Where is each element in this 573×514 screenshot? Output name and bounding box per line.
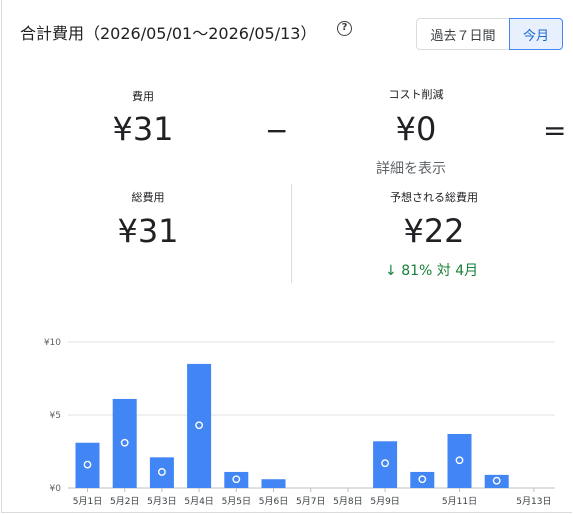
this-month-button[interactable]: 今月 [509, 18, 563, 50]
cost-value: ¥31 [112, 110, 174, 148]
card-title: 合計費用（2026/05/01〜2026/05/13） [20, 24, 317, 43]
x-tick-label: 5月8日 [333, 496, 362, 507]
y-tick-label: ¥5 [50, 411, 61, 421]
x-tick-label: 5月11日 [442, 496, 477, 507]
bar [187, 363, 212, 488]
x-tick-label: 5月2日 [110, 496, 139, 507]
x-tick-label: 5月7日 [296, 496, 325, 507]
total-cost-value: ¥31 [117, 212, 179, 250]
x-tick-label: 5月9日 [370, 496, 399, 507]
trend-text: 81% 対 4月 [401, 263, 479, 279]
forecast-value: ¥22 [403, 212, 465, 250]
bar [261, 479, 286, 488]
arrow-down-icon: ↓ [385, 263, 397, 279]
x-tick-label: 5月13日 [516, 496, 551, 507]
bar [112, 398, 137, 488]
last-7-days-button[interactable]: 過去７日間 [416, 18, 510, 50]
view-details-link[interactable]: 詳細を表示 [376, 158, 446, 178]
bar [373, 441, 398, 488]
help-circle-icon[interactable]: ? [337, 21, 352, 36]
cost-label: 費用 [132, 90, 154, 103]
y-tick-label: ¥10 [44, 338, 61, 348]
period-toggle: 過去７日間 今月 [416, 18, 563, 50]
savings-label: コスト削減 [388, 88, 444, 101]
savings-value: ¥0 [395, 110, 437, 148]
bar [149, 457, 174, 488]
y-tick-label: ¥0 [50, 484, 62, 494]
total-cost-label: 総費用 [131, 191, 165, 204]
bar [410, 471, 435, 488]
trend-indicator: ↓ 81% 対 4月 [385, 260, 478, 280]
bar [447, 433, 472, 488]
x-tick-label: 5月1日 [73, 496, 102, 507]
daily-cost-chart: ¥0 ¥5 ¥10 5月1日 5月2日 5月3日 5月4日 5月5日 5月6日 5月7日 5月8日 5… [44, 338, 555, 507]
x-tick-label: 5月4日 [184, 496, 213, 507]
summary-divider [291, 184, 292, 283]
equals-sign: = [543, 114, 567, 147]
bar [75, 442, 100, 488]
x-tick-label: 5月5日 [222, 496, 251, 507]
minus-sign: − [265, 114, 289, 147]
x-tick-label: 5月3日 [147, 496, 176, 507]
bar [224, 471, 249, 488]
forecast-label: 予想される総費用 [390, 191, 478, 204]
x-tick-label: 5月6日 [259, 496, 288, 507]
